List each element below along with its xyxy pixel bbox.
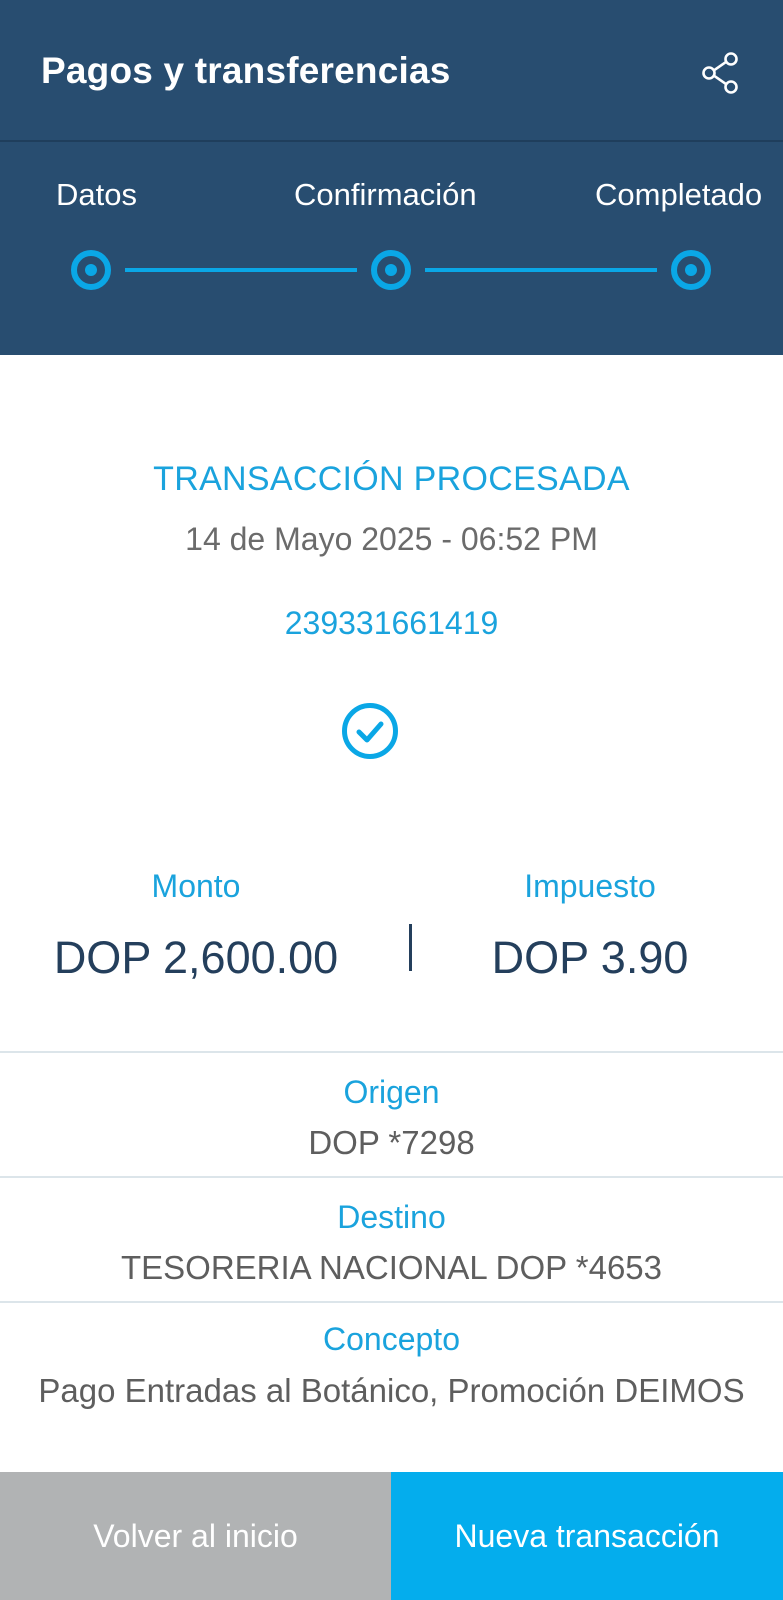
back-to-home-button[interactable]: Volver al inicio — [0, 1472, 391, 1600]
transaction-number: 239331661419 — [284, 605, 499, 641]
step-indicator-datos — [71, 250, 111, 290]
app-header: Pagos y transferencias — [0, 0, 783, 142]
concept-label: Concepto — [323, 1321, 460, 1357]
origin-label: Origen — [343, 1074, 440, 1110]
divider — [0, 1176, 783, 1178]
tax-value: DOP 3.90 — [491, 932, 689, 983]
status-title: TRANSACCIÓN PROCESADA — [153, 460, 630, 498]
destination-label: Destino — [337, 1199, 446, 1235]
page-title: Pagos y transferencias — [41, 50, 451, 91]
amount-label: Monto — [151, 868, 241, 904]
step-label-datos: Datos — [56, 177, 137, 212]
tax-label: Impuesto — [524, 868, 656, 904]
progress-stepper: Datos Confirmación Completado — [0, 142, 783, 355]
origin-value: DOP *7298 — [308, 1124, 475, 1161]
step-connector — [125, 268, 357, 272]
new-transaction-button[interactable]: Nueva transacción — [391, 1472, 783, 1600]
tax-section: Impuesto DOP 3.90 — [400, 862, 780, 984]
step-indicator-completado — [671, 250, 711, 290]
step-label-completado: Completado — [595, 177, 763, 212]
concept-value: Pago Entradas al Botánico, Promoción DEI… — [38, 1372, 745, 1409]
divider — [0, 1051, 783, 1053]
amount-value: DOP 2,600.00 — [53, 932, 339, 983]
app-screen: Pagos y transferencias Datos Confirmació… — [0, 0, 783, 1600]
transaction-datetime: 14 de Mayo 2025 - 06:52 PM — [185, 521, 598, 557]
step-indicator-confirmacion — [371, 250, 411, 290]
step-label-confirmacion: Confirmación — [294, 177, 477, 212]
share-icon — [702, 52, 738, 94]
amount-section: Monto DOP 2,600.00 — [6, 862, 386, 984]
step-connector — [425, 268, 657, 272]
check-circle-icon — [342, 703, 398, 759]
destination-value: TESORERIA NACIONAL DOP *4653 — [120, 1249, 663, 1286]
divider — [0, 1301, 783, 1303]
share-button[interactable] — [698, 50, 744, 96]
